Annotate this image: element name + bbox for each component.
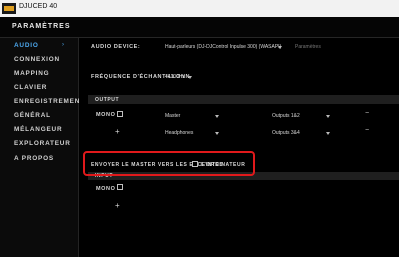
chevron-down-icon[interactable]: [326, 132, 330, 135]
sidebar-item-melangeur[interactable]: MÉLANGEUR: [14, 126, 62, 133]
remove-headphones-button[interactable]: −: [365, 127, 369, 134]
chevron-down-icon[interactable]: [215, 132, 219, 135]
chevron-down-icon[interactable]: [188, 76, 192, 79]
input-mono-label: MONO: [96, 186, 116, 192]
add-input-button[interactable]: +: [115, 201, 120, 210]
title-bar: DJUCED 40: [0, 0, 399, 17]
chevron-right-icon: ›: [62, 42, 64, 48]
chevron-down-icon[interactable]: [278, 46, 282, 49]
settings-header: PARAMÈTRES: [0, 17, 399, 38]
highlight-frame: [83, 151, 255, 176]
sample-rate-select[interactable]: 44100Hz: [165, 74, 185, 80]
settings-sidebar: AUDIO › CONNEXION MAPPING CLAVIER ENREGI…: [0, 38, 84, 257]
output-mono-label: MONO: [96, 112, 116, 118]
sidebar-item-enregistrement[interactable]: ENREGISTREMENT: [14, 98, 85, 105]
app-logo-icon: [2, 3, 16, 14]
output-channel-select[interactable]: Outputs 1&2: [272, 113, 300, 119]
remove-output-button[interactable]: −: [365, 110, 369, 117]
audio-device-label: AUDIO DEVICE:: [91, 44, 141, 50]
sidebar-item-audio[interactable]: AUDIO: [14, 42, 39, 49]
audio-device-settings-link[interactable]: Paramètres: [295, 44, 321, 50]
headphones-channel-select[interactable]: Outputs 3&4: [272, 130, 300, 136]
window-title: DJUCED 40: [19, 3, 58, 10]
output-source-select[interactable]: Master: [165, 113, 180, 119]
add-output-button[interactable]: +: [115, 127, 120, 136]
sidebar-item-a-propos[interactable]: A PROPOS: [14, 155, 54, 162]
sidebar-item-general[interactable]: GÉNÉRAL: [14, 112, 51, 119]
sidebar-item-explorateur[interactable]: EXPLORATEUR: [14, 140, 71, 147]
input-mono-checkbox[interactable]: [117, 184, 123, 190]
sidebar-item-connexion[interactable]: CONNEXION: [14, 56, 60, 63]
audio-settings-panel: AUDIO DEVICE: Haut-parleurs (DJ-DJContro…: [79, 38, 399, 257]
output-mono-checkbox[interactable]: [117, 111, 123, 117]
sidebar-item-mapping[interactable]: MAPPING: [14, 70, 49, 77]
sidebar-item-clavier[interactable]: CLAVIER: [14, 84, 47, 91]
output-section-title: OUTPUT: [95, 97, 120, 103]
headphones-source-select[interactable]: Headphones: [165, 130, 193, 136]
output-section-header: OUTPUT: [88, 95, 399, 104]
chevron-down-icon[interactable]: [215, 115, 219, 118]
page-title: PARAMÈTRES: [12, 23, 71, 30]
chevron-down-icon[interactable]: [326, 115, 330, 118]
audio-device-select[interactable]: Haut-parleurs (DJ-DJControl Inpulse 300)…: [165, 44, 281, 50]
